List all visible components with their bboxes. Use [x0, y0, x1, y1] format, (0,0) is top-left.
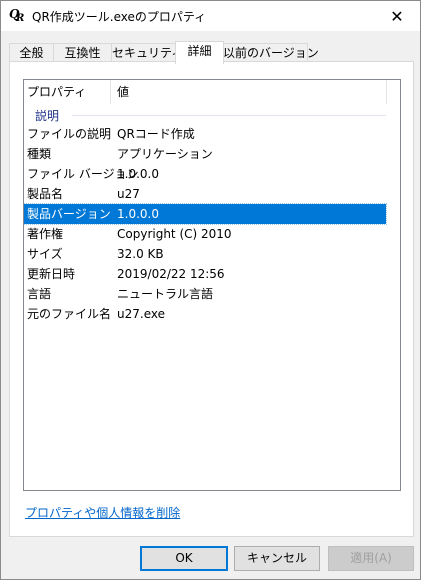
property-value: 1.0.0.0 [117, 167, 159, 181]
details-panel: プロパティ 値 説明 ファイルの説明 QRコード作成 種類 アプリケーション フ… [9, 61, 414, 537]
tab-compatibility[interactable]: 互換性 [53, 43, 112, 63]
details-list[interactable]: プロパティ 値 説明 ファイルの説明 QRコード作成 種類 アプリケーション フ… [23, 79, 401, 491]
property-name: サイズ [27, 247, 63, 261]
property-value: 1.0.0.0 [117, 207, 159, 221]
list-item[interactable]: 製品名 u27 [24, 184, 386, 204]
property-value: 32.0 KB [117, 247, 164, 261]
tab-strip: 全般 互換性 セキュリティ 詳細 以前のバージョン [9, 41, 413, 64]
property-name: 製品バージョン [27, 207, 111, 221]
property-value: 2019/02/22 12:56 [117, 267, 225, 281]
list-item[interactable]: ファイル バージョン 1.0.0.0 [24, 164, 386, 184]
list-header: プロパティ 値 [24, 80, 387, 104]
column-divider[interactable] [386, 80, 387, 104]
property-name: 著作権 [27, 227, 64, 241]
properties-dialog: Q R QR作成ツール.exeのプロパティ ✕ 全般 互換性 セキュリティ 詳細… [0, 0, 421, 580]
tab-previous-versions[interactable]: 以前のバージョン [222, 43, 319, 63]
list-item[interactable]: 更新日時 2019/02/22 12:56 [24, 264, 386, 284]
list-item[interactable]: 著作権 Copyright (C) 2010 [24, 224, 386, 244]
title-bar[interactable]: Q R QR作成ツール.exeのプロパティ ✕ [1, 1, 420, 31]
qr-app-icon: Q R [9, 7, 25, 24]
close-icon[interactable]: ✕ [374, 1, 420, 31]
ok-button[interactable]: OK [140, 546, 228, 571]
property-value: QRコード作成 [117, 127, 195, 141]
column-header-value[interactable]: 値 [117, 80, 129, 104]
cancel-button[interactable]: キャンセル [234, 546, 320, 571]
tab-general[interactable]: 全般 [9, 43, 54, 63]
list-item[interactable]: ファイルの説明 QRコード作成 [24, 124, 386, 144]
remove-properties-link[interactable]: プロパティや個人情報を削除 [25, 504, 180, 521]
group-description-label: 説明 [35, 109, 60, 123]
property-name: 言語 [27, 287, 52, 301]
list-item-selected[interactable]: 製品バージョン 1.0.0.0 [24, 203, 387, 225]
property-name: 更新日時 [27, 267, 76, 281]
property-value: ニュートラル言語 [117, 287, 214, 301]
apply-button[interactable]: 適用(A) [328, 546, 414, 571]
property-name: 製品名 [27, 187, 64, 201]
property-name: 元のファイル名 [27, 307, 112, 321]
list-item[interactable]: サイズ 32.0 KB [24, 244, 386, 264]
property-value: u27.exe [117, 307, 165, 321]
window-title: QR作成ツール.exeのプロパティ [32, 10, 207, 24]
tab-security[interactable]: セキュリティ [111, 43, 183, 63]
group-divider [72, 115, 386, 116]
tab-details[interactable]: 詳細 [175, 41, 224, 64]
column-divider[interactable] [110, 80, 111, 104]
property-name: 種類 [27, 147, 52, 161]
property-name: ファイルの説明 [27, 127, 112, 141]
list-item[interactable]: 元のファイル名 u27.exe [24, 304, 386, 324]
property-value: Copyright (C) 2010 [117, 227, 232, 241]
list-item[interactable]: 言語 ニュートラル言語 [24, 284, 386, 304]
property-value: u27 [117, 187, 140, 201]
property-value: アプリケーション [117, 147, 213, 161]
list-item[interactable]: 種類 アプリケーション [24, 144, 386, 164]
column-header-property[interactable]: プロパティ [27, 80, 86, 104]
